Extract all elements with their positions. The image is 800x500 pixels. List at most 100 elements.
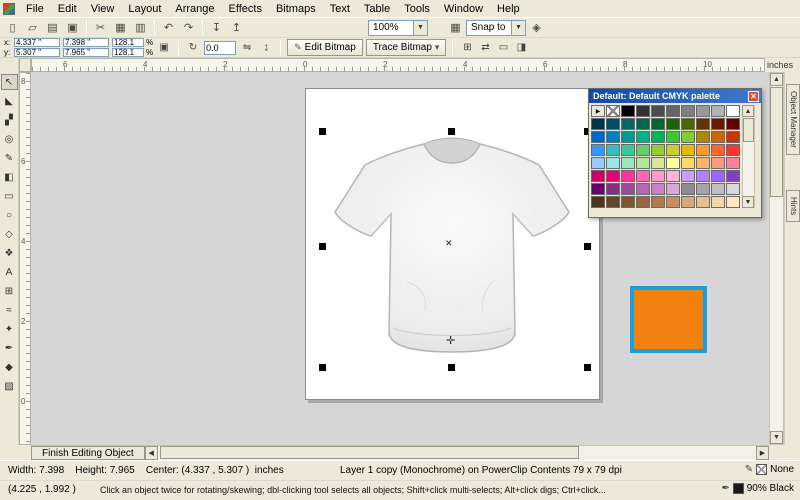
palette-scroll-arrow-icon[interactable]: ▶ (591, 105, 605, 117)
scale-y-input[interactable] (112, 48, 144, 57)
scroll-right-icon[interactable]: ▶ (756, 446, 769, 460)
fill-tool[interactable]: ◆ (1, 359, 18, 375)
color-swatch[interactable] (711, 157, 725, 169)
options-icon[interactable]: ◈ (527, 19, 546, 36)
zoom-levels-combo[interactable]: 100% ▼ (368, 20, 428, 36)
ellipse-tool[interactable]: ○ (1, 207, 18, 223)
paste-icon[interactable]: ▥ (131, 19, 150, 36)
color-swatch[interactable] (711, 170, 725, 182)
menu-effects[interactable]: Effects (222, 2, 269, 16)
mirror-vertical-icon[interactable]: ↨ (258, 40, 274, 56)
color-swatch[interactable] (636, 144, 650, 156)
menu-window[interactable]: Window (437, 2, 490, 16)
color-swatch[interactable] (651, 196, 665, 208)
color-swatch[interactable] (606, 118, 620, 130)
color-swatch[interactable] (711, 118, 725, 130)
export-icon[interactable]: ↥ (227, 19, 246, 36)
selection-handle[interactable] (319, 128, 326, 135)
color-swatch[interactable] (651, 105, 665, 117)
selection-center-x-marker[interactable]: ✕ (445, 238, 453, 249)
color-swatch[interactable] (606, 144, 620, 156)
color-swatch[interactable] (651, 131, 665, 143)
color-swatch[interactable] (666, 170, 680, 182)
shape-tool[interactable]: ◣ (1, 93, 18, 109)
color-swatch[interactable] (726, 105, 740, 117)
color-swatch[interactable] (666, 131, 680, 143)
color-swatch[interactable] (696, 144, 710, 156)
color-swatch[interactable] (681, 131, 695, 143)
scroll-down-icon[interactable]: ▼ (770, 431, 783, 444)
color-swatch[interactable] (696, 131, 710, 143)
color-swatch[interactable] (696, 105, 710, 117)
edit-bitmap-button[interactable]: ✎ Edit Bitmap (287, 39, 363, 56)
color-swatch[interactable] (651, 118, 665, 130)
menu-file[interactable]: File (19, 2, 51, 16)
color-swatch[interactable] (696, 157, 710, 169)
color-swatch[interactable] (681, 183, 695, 195)
color-swatch[interactable] (666, 183, 680, 195)
color-swatch[interactable] (681, 118, 695, 130)
selection-handle[interactable] (319, 243, 326, 250)
vertical-ruler[interactable]: 86420 (19, 72, 31, 445)
menu-arrange[interactable]: Arrange (168, 2, 221, 16)
chevron-down-icon[interactable]: ▼ (511, 21, 525, 35)
pick-tool[interactable]: ↖ (1, 74, 18, 90)
undo-icon[interactable]: ↶ (159, 19, 178, 36)
orange-rectangle-object[interactable] (630, 286, 707, 353)
scroll-up-icon[interactable]: ▲ (770, 73, 783, 86)
order-icon[interactable]: ◨ (513, 40, 529, 56)
color-swatch[interactable] (651, 144, 665, 156)
smart-fill-tool[interactable]: ◧ (1, 169, 18, 185)
color-swatch[interactable] (591, 118, 605, 130)
save-icon[interactable]: ▤ (43, 19, 62, 36)
open-icon[interactable]: ▱ (23, 19, 42, 36)
color-swatch[interactable] (636, 170, 650, 182)
color-swatch[interactable] (621, 183, 635, 195)
basic-shapes-tool[interactable]: ❖ (1, 245, 18, 261)
color-swatch[interactable] (636, 131, 650, 143)
color-swatch[interactable] (666, 144, 680, 156)
color-swatch[interactable] (696, 118, 710, 130)
y-position-input[interactable] (14, 48, 60, 57)
ruler-origin-box[interactable] (19, 58, 31, 72)
view-quality-icon[interactable]: ▦ (446, 19, 465, 36)
zoom-tool[interactable]: ◎ (1, 131, 18, 147)
color-swatch[interactable] (621, 157, 635, 169)
horizontal-scrollbar-track[interactable] (158, 446, 756, 460)
color-swatch[interactable] (681, 144, 695, 156)
docker-tab-hints[interactable]: Hints (786, 190, 800, 222)
color-swatch[interactable] (621, 105, 635, 117)
color-swatch[interactable] (591, 170, 605, 182)
selection-handle[interactable] (448, 128, 455, 135)
table-tool[interactable]: ⊞ (1, 283, 18, 299)
menu-edit[interactable]: Edit (51, 2, 84, 16)
color-swatch[interactable] (726, 144, 740, 156)
print-icon[interactable]: ▣ (63, 19, 82, 36)
color-swatch[interactable] (621, 170, 635, 182)
cut-icon[interactable]: ✂ (91, 19, 110, 36)
color-swatch[interactable] (621, 196, 635, 208)
color-swatch[interactable] (696, 170, 710, 182)
color-swatch[interactable] (726, 170, 740, 182)
rectangle-tool[interactable]: ▭ (1, 188, 18, 204)
scroll-up-icon[interactable]: ▲ (742, 105, 754, 117)
color-swatch[interactable] (621, 144, 635, 156)
color-swatch[interactable] (651, 170, 665, 182)
color-swatch[interactable] (696, 196, 710, 208)
menu-tools[interactable]: Tools (397, 2, 437, 16)
frame-icon[interactable]: ▭ (495, 40, 511, 56)
lock-ratio-icon[interactable]: ▣ (156, 40, 172, 56)
scroll-left-icon[interactable]: ◀ (145, 446, 158, 460)
color-swatch[interactable] (636, 183, 650, 195)
color-swatch[interactable] (606, 170, 620, 182)
menu-text[interactable]: Text (323, 2, 357, 16)
vertical-scrollbar[interactable]: ▲ ▼ (769, 72, 784, 445)
interactive-fill-tool[interactable]: ▧ (1, 378, 18, 394)
outline-tool[interactable]: ✒ (1, 340, 18, 356)
color-swatch[interactable] (696, 183, 710, 195)
object-width-input[interactable] (63, 38, 109, 47)
color-swatch[interactable] (591, 183, 605, 195)
import-icon[interactable]: ↧ (207, 19, 226, 36)
mirror-horizontal-icon[interactable]: ⇋ (239, 40, 255, 56)
chevron-down-icon[interactable]: ▼ (413, 21, 427, 35)
